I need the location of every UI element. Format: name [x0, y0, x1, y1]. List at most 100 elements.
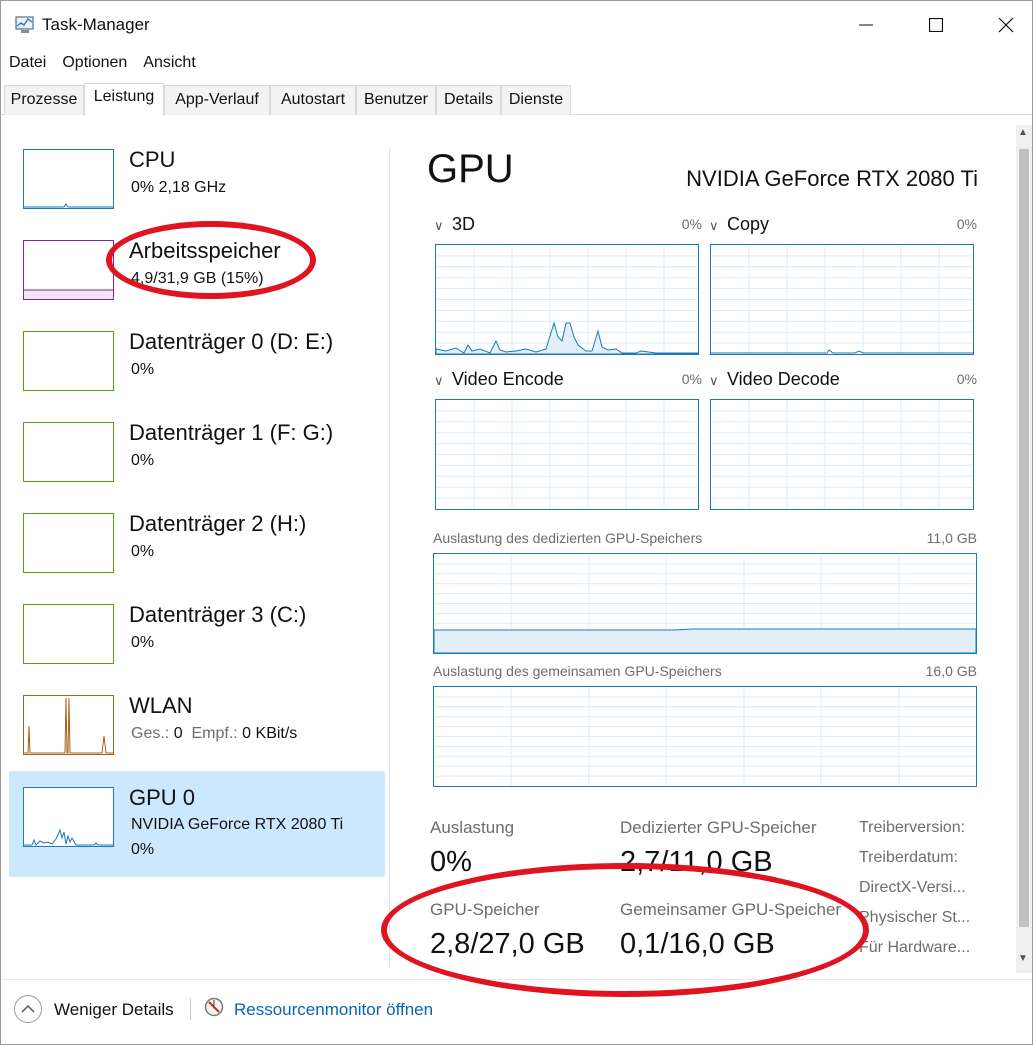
engine-copy-percent: 0%	[956, 216, 977, 232]
shared-memory-max: 16,0 GB	[925, 663, 977, 679]
resource-name: Datenträger 1 (F: G:)	[129, 420, 334, 445]
task-manager-window: Task-Manager Datei Optionen Ansicht Proz…	[0, 0, 1033, 1045]
engine-label: Copy	[727, 214, 770, 234]
tab-details[interactable]: Details	[436, 85, 501, 115]
maximize-button[interactable]	[901, 1, 971, 49]
menu-bar: Datei Optionen Ansicht	[1, 51, 204, 77]
gpu-heading: GPU	[427, 147, 514, 191]
disk-2-thumbnail-graph	[23, 513, 114, 573]
annotation-ellipse-gpu-memory	[381, 863, 869, 997]
tab-autostart[interactable]: Autostart	[270, 85, 356, 115]
tab-benutzer[interactable]: Benutzer	[356, 85, 436, 115]
chevron-down-icon: ∨	[709, 218, 719, 233]
resource-value: 0%	[131, 543, 155, 560]
minimize-button[interactable]	[831, 1, 901, 49]
dedicated-memory-graph-label: Auslastung des dedizierten GPU-Speichers	[433, 530, 703, 546]
resource-name: Datenträger 0 (D: E:)	[129, 329, 334, 354]
engine-3d-selector[interactable]: ∨ 3D	[434, 214, 475, 235]
wlan-thumbnail-graph	[23, 695, 114, 755]
hardware-reserved-label: Für Hardware...	[859, 939, 971, 956]
resource-name: Datenträger 2 (H:)	[129, 511, 307, 536]
menu-optionen[interactable]: Optionen	[54, 51, 135, 77]
resource-wlan[interactable]: WLAN Ges.: 0 Empf.: 0 KBit/s	[9, 677, 385, 768]
wlan-recv-value: 0 KBit/s	[242, 725, 298, 742]
close-icon	[998, 17, 1014, 33]
disk-0-thumbnail-graph	[23, 331, 114, 391]
memory-thumbnail-graph	[23, 240, 114, 300]
tab-app-verlauf[interactable]: App-Verlauf	[164, 85, 270, 115]
gpu-model-name: NVIDIA GeForce RTX 2080 Ti	[686, 166, 978, 191]
shared-memory-graph-label: Auslastung des gemeinsamen GPU-Speichers	[433, 663, 722, 679]
dedicated-memory-graph	[433, 553, 977, 654]
engine-copy-graph	[710, 244, 974, 355]
minimize-icon	[859, 24, 873, 26]
resource-model: NVIDIA GeForce RTX 2080 Ti	[131, 816, 344, 833]
menu-datei[interactable]: Datei	[1, 51, 54, 77]
dedicated-memory-max: 11,0 GB	[926, 530, 977, 546]
close-button[interactable]	[971, 1, 1033, 49]
scroll-up-arrow-icon[interactable]: ▲	[1018, 127, 1028, 138]
cpu-thumbnail-graph	[23, 149, 114, 209]
resource-value: 0% 2,18 GHz	[131, 179, 227, 196]
resource-value: 0%	[131, 361, 155, 378]
resource-value: 0%	[131, 841, 155, 858]
resource-cpu[interactable]: CPU 0% 2,18 GHz	[9, 131, 385, 222]
resource-disk-0[interactable]: Datenträger 0 (D: E:) 0%	[9, 313, 385, 404]
footer-separator	[190, 998, 191, 1020]
annotation-ellipse-memory	[106, 221, 316, 299]
disk-1-thumbnail-graph	[23, 422, 114, 482]
directx-version-label: DirectX-Versi...	[859, 879, 966, 896]
chevron-down-icon: ∨	[709, 373, 719, 388]
chevron-down-icon: ∨	[434, 373, 444, 388]
chevron-up-icon	[21, 1004, 35, 1013]
engine-video-encode-percent: 0%	[681, 371, 702, 387]
tab-bar: Prozesse Leistung App-Verlauf Autostart …	[1, 83, 1032, 116]
resource-name: WLAN	[129, 693, 193, 718]
wlan-recv-label: Empf.:	[191, 725, 238, 742]
menu-ansicht[interactable]: Ansicht	[135, 51, 203, 77]
title-bar[interactable]: Task-Manager	[1, 1, 1032, 49]
tab-prozesse[interactable]: Prozesse	[4, 85, 84, 115]
engine-video-encode-graph	[435, 399, 699, 510]
resource-name: Datenträger 3 (C:)	[129, 602, 307, 627]
resource-monitor-icon[interactable]	[204, 997, 224, 1017]
tab-leistung[interactable]: Leistung	[84, 83, 164, 116]
physical-location-label: Physischer St...	[859, 909, 971, 926]
engine-label: Video Encode	[452, 369, 564, 389]
chevron-down-icon: ∨	[434, 218, 444, 233]
resource-gpu-0[interactable]: GPU 0 NVIDIA GeForce RTX 2080 Ti 0%	[9, 771, 385, 877]
engine-video-decode-selector[interactable]: ∨ Video Decode	[709, 369, 840, 390]
engine-video-encode-selector[interactable]: ∨ Video Encode	[434, 369, 564, 390]
wlan-sent-label: Ges.:	[131, 725, 170, 742]
open-resource-monitor-link[interactable]: Ressourcenmonitor öffnen	[234, 1000, 433, 1020]
resource-name: GPU 0	[129, 785, 196, 810]
window-title: Task-Manager	[42, 15, 150, 34]
tab-dienste[interactable]: Dienste	[501, 85, 571, 115]
utilization-value: 0%	[430, 846, 472, 878]
wlan-sent-value: 0	[173, 725, 183, 742]
engine-video-decode-percent: 0%	[956, 371, 977, 387]
engine-3d-percent: 0%	[681, 216, 702, 232]
scrollbar-thumb[interactable]	[1019, 149, 1029, 927]
resource-disk-1[interactable]: Datenträger 1 (F: G:) 0%	[9, 404, 385, 495]
maximize-icon	[929, 18, 943, 32]
gpu-0-thumbnail-graph	[23, 787, 114, 847]
engine-label: Video Decode	[727, 369, 840, 389]
engine-3d-graph	[435, 244, 699, 355]
resource-disk-2[interactable]: Datenträger 2 (H:) 0%	[9, 495, 385, 586]
resource-name: CPU	[129, 147, 176, 172]
fewer-details-link[interactable]: Weniger Details	[54, 1000, 174, 1020]
resource-value: Ges.: 0 Empf.: 0 KBit/s	[131, 725, 297, 743]
scroll-down-arrow-icon[interactable]: ▼	[1018, 953, 1028, 964]
engine-video-decode-graph	[710, 399, 974, 510]
disk-3-thumbnail-graph	[23, 604, 114, 664]
resource-value: 0%	[131, 634, 155, 651]
fewer-details-button[interactable]	[14, 995, 42, 1023]
panel-divider	[389, 149, 390, 969]
engine-copy-selector[interactable]: ∨ Copy	[709, 214, 769, 235]
resource-disk-3[interactable]: Datenträger 3 (C:) 0%	[9, 586, 385, 677]
task-manager-app-icon	[15, 16, 34, 33]
engine-label: 3D	[452, 214, 476, 234]
utilization-label: Auslastung	[430, 818, 515, 837]
resource-value: 0%	[131, 452, 155, 469]
